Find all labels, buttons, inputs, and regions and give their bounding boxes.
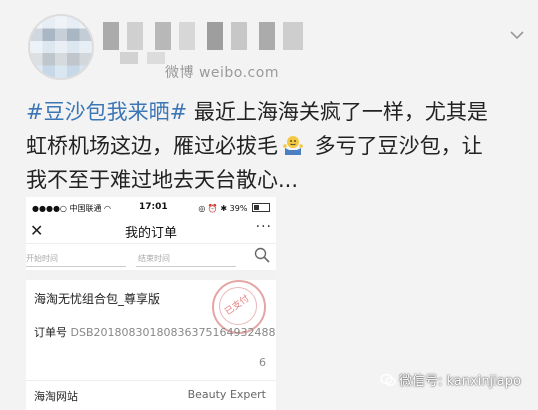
wifi-icon: ◠ [104, 204, 111, 213]
order-screenshot: ●●●●○ 中国联通 ◠ 17:01 ◎ ⏰ ✱ 39% ✕ 我的订单 ··· … [26, 197, 276, 410]
avatar[interactable] [28, 14, 94, 80]
post-line-1-text: 最近上海海关疯了一样，尤其是 [187, 100, 488, 124]
alarm-icon: ⏰ [207, 204, 218, 213]
section-divider [26, 270, 276, 280]
status-time: 17:01 [139, 202, 168, 212]
shop-right-text: Beauty Expert [187, 388, 266, 401]
post-text: #豆沙包我来晒# 最近上海海关疯了一样，尤其是 虹桥机场这边，雁过必拔毛 多亏了… [26, 95, 526, 197]
order-number-value: DSB20180830180836375164932488 [70, 326, 276, 339]
bluetooth-icon: ✱ [220, 204, 228, 213]
product-name: 海淘无忧组合包_尊享版 [34, 292, 161, 306]
order-number-tail: 6 [259, 356, 266, 369]
order-number-row: 订单号 DSB20180830180836375164932488 [34, 324, 275, 340]
watermark-text: 微信号: kanxinjiapo [399, 374, 521, 389]
hashtag-link[interactable]: #豆沙包我来晒# [26, 100, 187, 124]
paid-stamp-text: 已支付 [223, 293, 252, 318]
post-header: 微博 weibo.com [0, 0, 538, 90]
post-line-3: 我不至于难过地去天台散心... [26, 168, 299, 192]
date-filter: 开始时间 结束时间 [26, 244, 276, 270]
battery-text: 39% [229, 204, 248, 213]
end-date-underline [136, 266, 236, 267]
status-right: ◎ ⏰ ✱ 39% [198, 203, 270, 213]
start-date-field[interactable]: 开始时间 [26, 253, 58, 264]
signal-icon: ●●●●○ [32, 204, 67, 213]
carrier-label: ●●●●○ 中国联通 ◠ [32, 203, 111, 214]
carrier-text: 中国联通 [69, 204, 102, 213]
battery-icon [252, 203, 270, 212]
start-date-underline [26, 266, 126, 267]
page-title: 我的订单 [124, 226, 177, 241]
post-line-2-rest: 多亏了豆沙包，让 [308, 134, 483, 158]
watermark: 微信号: kanxinjiapo [380, 370, 521, 389]
chevron-down-icon[interactable] [510, 28, 524, 42]
post-line-2-text: 虹桥机场这边，雁过必拔毛 [26, 134, 278, 158]
shop-name: 海淘网站 [34, 390, 78, 403]
order-item[interactable]: 已支付 海淘无忧组合包_尊享版 订单号 DSB20180830180836375… [26, 280, 276, 380]
blurred-username [103, 22, 303, 50]
post-line-1: #豆沙包我来晒# 最近上海海关疯了一样，尤其是 [26, 95, 526, 129]
shop-row[interactable]: 海淘网站 Beauty Expert [26, 380, 276, 407]
wechat-icon [380, 373, 396, 386]
more-icon[interactable]: ··· [256, 219, 272, 235]
location-icon: ◎ [198, 204, 206, 213]
post-line-2: 虹桥机场这边，雁过必拔毛 多亏了豆沙包，让 [26, 129, 526, 163]
order-number-label: 订单号 [34, 326, 67, 339]
post-source: 微博 weibo.com [165, 65, 279, 81]
search-icon[interactable] [254, 247, 270, 263]
status-bar: ●●●●○ 中国联通 ◠ 17:01 ◎ ⏰ ✱ 39% [26, 197, 276, 217]
nav-bar: ✕ 我的订单 ··· [26, 217, 276, 244]
end-date-field[interactable]: 结束时间 [138, 253, 170, 264]
shrug-emoji-icon [283, 136, 303, 155]
